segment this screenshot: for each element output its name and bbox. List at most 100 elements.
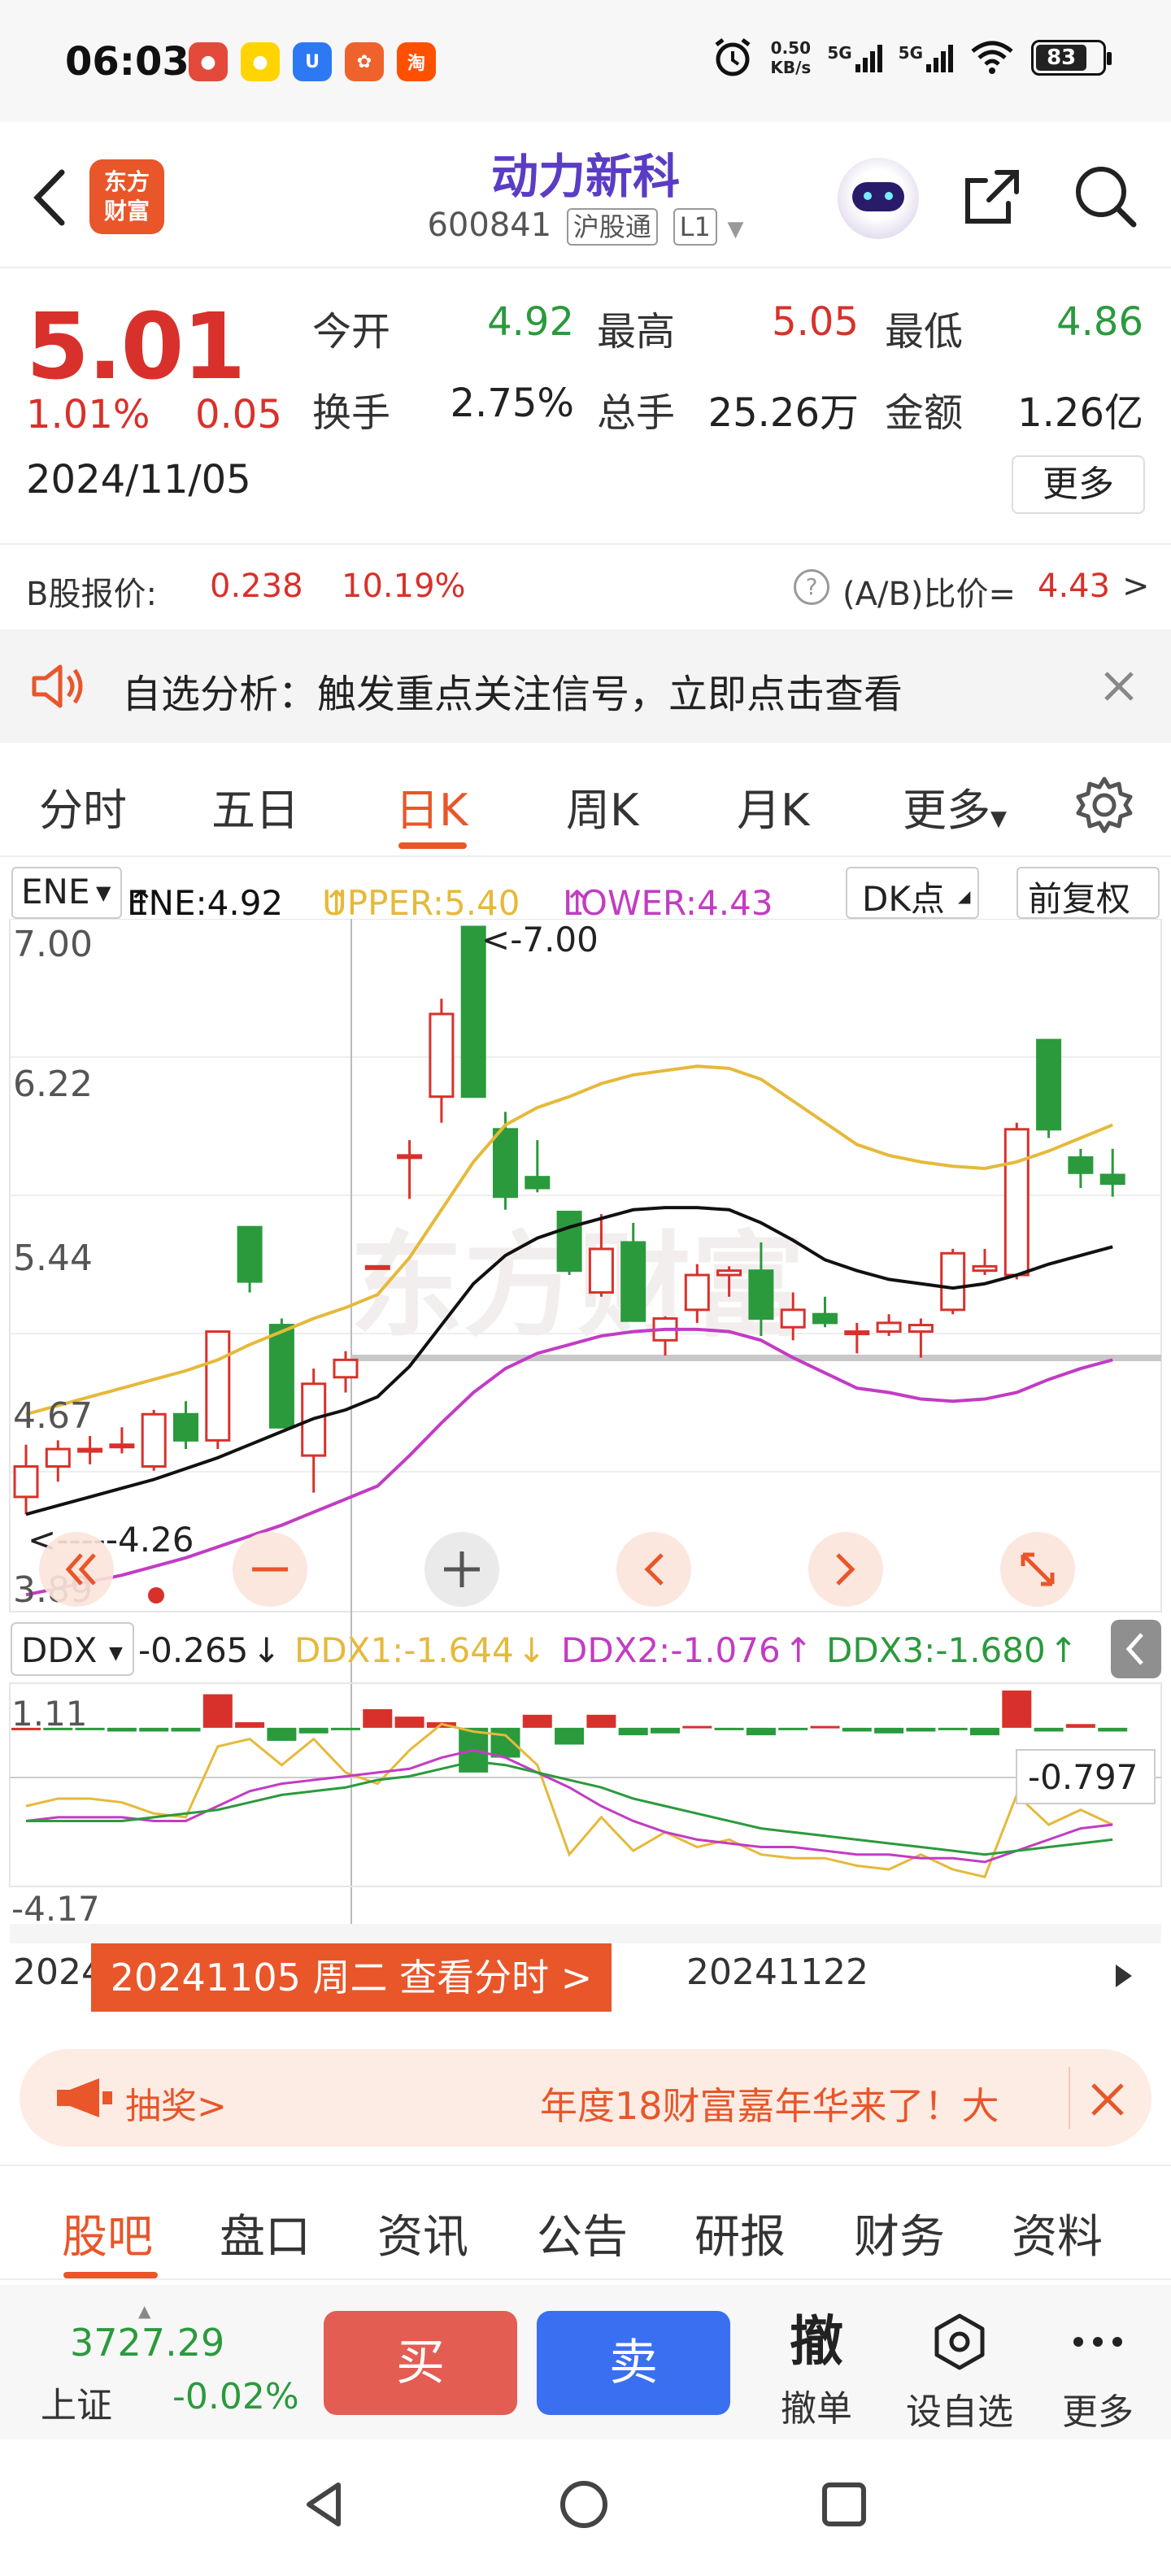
tab-five-day[interactable]: 五日 — [211, 774, 299, 838]
candle — [1068, 1148, 1094, 1189]
cancel-order-button[interactable]: 撤 撤单 — [768, 2309, 865, 2431]
candle-body — [493, 1128, 518, 1199]
index-name: 上证 — [41, 2385, 112, 2426]
tab-weekly-k[interactable]: 周K — [566, 774, 638, 838]
ddx1-value: DDX1:-1.644 — [294, 1630, 514, 1670]
bshare-row[interactable]: B股报价: 0.238 10.19% ? (A/B)比价= 4.43 > — [0, 543, 1171, 629]
indicator-row: ENE ▼ ENE:4.92 ↑ UPPER:5.40 ↑ LOWER:4.43 ↑ … — [0, 860, 1171, 925]
stock-code-row[interactable]: 600841 沪股通 L1 ▼ — [407, 207, 764, 246]
ddx-bar — [139, 1727, 169, 1732]
signal-bars-icon — [926, 43, 953, 72]
scroll-left-fast-button[interactable] — [39, 1532, 114, 1607]
ddx-bar — [363, 1708, 393, 1728]
close-icon[interactable] — [1090, 2082, 1125, 2117]
tab-announcements[interactable]: 公告 — [537, 2200, 628, 2266]
open-label: 今开 — [312, 309, 391, 355]
play-icon[interactable] — [1106, 1960, 1138, 1992]
tab-news[interactable]: 资讯 — [377, 2200, 468, 2266]
net-speed-value: 0.50 — [770, 38, 812, 58]
collapse-panel-button[interactable] — [1111, 1620, 1161, 1678]
tab-monthly-k[interactable]: 月K — [737, 774, 809, 838]
candle-body — [588, 1247, 614, 1294]
caret-down-icon: ▼ — [96, 881, 111, 904]
search-icon[interactable] — [1065, 156, 1147, 237]
buy-button[interactable]: 买 — [324, 2311, 517, 2415]
candle-body — [333, 1358, 359, 1379]
help-icon[interactable]: ? — [794, 569, 829, 605]
assistant-robot-icon[interactable] — [838, 158, 919, 239]
candle — [173, 1401, 198, 1450]
sell-button[interactable]: 卖 — [537, 2311, 730, 2415]
scroll-left-button[interactable] — [616, 1532, 691, 1607]
candle-body — [141, 1412, 167, 1468]
active-tab-underline — [63, 2272, 158, 2278]
nav-home-icon[interactable] — [558, 2478, 610, 2530]
active-tab-underline — [398, 842, 467, 849]
lower-arrow: ↑ — [563, 883, 592, 923]
zoom-out-button[interactable] — [233, 1532, 307, 1607]
candle — [876, 1314, 902, 1336]
lower-text: LOWER:4.43 — [563, 883, 773, 923]
tab-intraday[interactable]: 分时 — [39, 774, 127, 838]
alert-text: 自选分析：触发重点关注信号，立即点击查看 — [122, 672, 903, 717]
candle-body — [684, 1273, 710, 1312]
y-tick-label: 5.44 — [13, 1238, 93, 1279]
nav-recents-icon[interactable] — [818, 2478, 870, 2530]
alert-banner[interactable]: 自选分析：触发重点关注信号，立即点击查看 — [0, 629, 1171, 743]
app-logo[interactable]: 东方 财富 — [89, 159, 164, 234]
candle-body — [397, 1154, 423, 1160]
zoom-in-button[interactable] — [424, 1532, 499, 1607]
stock-code: 600841 — [427, 207, 552, 244]
promo-banner[interactable]: 抽奖> 年度18财富嘉年华来了！大 — [20, 2049, 1151, 2147]
more-button[interactable]: 更多 — [1049, 2309, 1147, 2435]
stock-header: 东方 财富 动力新科 600841 沪股通 L1 ▼ — [0, 122, 1171, 268]
candle — [429, 999, 455, 1123]
back-arrow-icon[interactable] — [24, 161, 73, 234]
promo-divider — [1069, 2067, 1070, 2129]
candle — [972, 1248, 998, 1276]
more-dots-icon — [1073, 2337, 1122, 2347]
tab-guba[interactable]: 股吧 — [62, 2200, 153, 2266]
caret-down-icon: ▼ — [990, 807, 1007, 831]
candle-body — [908, 1324, 934, 1334]
net-type-2: 5G — [898, 43, 923, 63]
quote-more-button[interactable]: 更多 — [1012, 455, 1145, 514]
ddx-bar — [651, 1727, 680, 1734]
candle — [940, 1248, 966, 1315]
volume-value: 25.26万 — [707, 390, 859, 436]
tab-pankou[interactable]: 盘口 — [220, 2200, 311, 2266]
ddx-bar — [171, 1727, 201, 1732]
scroll-right-button[interactable] — [808, 1532, 883, 1607]
fullscreen-button[interactable] — [1000, 1532, 1075, 1607]
tab-daily-k[interactable]: 日K — [395, 774, 468, 838]
tab-more[interactable]: 更多▼ — [903, 774, 1007, 838]
candle-body — [364, 1264, 390, 1270]
tab-profile[interactable]: 资料 — [1012, 2200, 1103, 2266]
ddx-bar — [298, 1727, 329, 1734]
share-icon[interactable] — [951, 156, 1033, 237]
ddx1-line — [25, 1722, 1113, 1878]
kline-chart[interactable]: 东方财富 7.00 6.22 5.44 4.67 3.89 <-7.00 <--… — [0, 919, 1171, 1943]
view-intraday-pill[interactable]: 20241105 周二 查看分时 > — [91, 1943, 612, 2012]
candle — [397, 1140, 423, 1199]
caret-down-icon: ▼ — [109, 1643, 123, 1664]
candle-body — [109, 1443, 135, 1449]
nav-back-icon[interactable] — [298, 2478, 350, 2530]
close-icon[interactable] — [1103, 670, 1135, 703]
y-tick-label: 6.22 — [13, 1064, 93, 1105]
ddx-bar — [746, 1727, 776, 1736]
add-watchlist-button[interactable]: 设自选 — [903, 2309, 1016, 2435]
candle-body — [716, 1269, 742, 1277]
cancel-glyph-icon: 撤 — [790, 2310, 843, 2373]
candle-body — [556, 1210, 582, 1273]
settings-gear-icon[interactable] — [1072, 772, 1137, 838]
chart-controls — [39, 1532, 1075, 1607]
tab-research[interactable]: 研报 — [694, 2200, 786, 2266]
logo-line1: 东方 — [103, 168, 150, 195]
candle — [908, 1318, 934, 1358]
ddx-y-bottom: -4.17 — [11, 1889, 100, 1929]
tab-finance[interactable]: 财务 — [854, 2200, 945, 2266]
candle-body — [173, 1412, 198, 1442]
caret-down-icon: ▼ — [727, 217, 744, 242]
index-widget[interactable]: ▲ 3727.29 上证 -0.02% — [0, 2285, 309, 2439]
